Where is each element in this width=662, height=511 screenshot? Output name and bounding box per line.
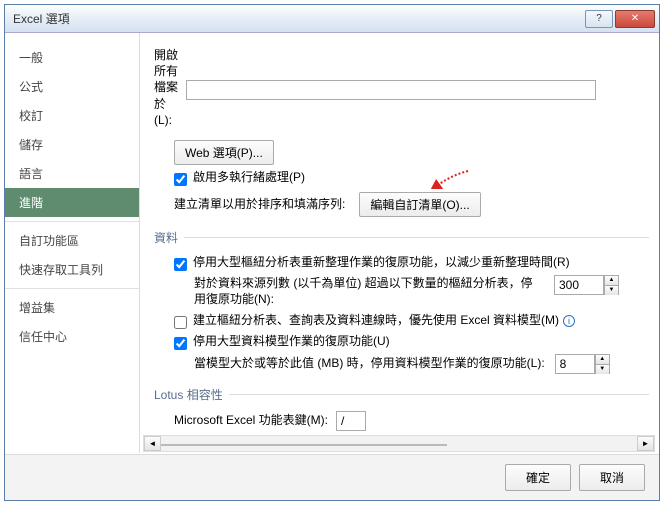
sidebar-item-3[interactable]: 儲存: [5, 130, 139, 159]
horizontal-scrollbar[interactable]: ◄ ►: [143, 435, 655, 452]
scroll-left-arrow[interactable]: ◄: [144, 436, 161, 451]
sidebar-item-7[interactable]: 快速存取工具列: [5, 255, 139, 284]
datamodel-mb-input[interactable]: [555, 354, 595, 374]
scroll-thumb[interactable]: [161, 444, 447, 446]
info-icon[interactable]: i: [563, 315, 575, 327]
disable-undo-pivot-checkbox[interactable]: [174, 258, 187, 271]
disable-undo-datamodel-label: 停用大型資料模型作業的復原功能(U): [193, 333, 390, 350]
sidebar-item-5[interactable]: 進階: [5, 188, 139, 217]
open-all-files-label: 開啟所有檔案於(L):: [154, 47, 178, 128]
datamodel-mb-label: 當模型大於或等於此值 (MB) 時，停用資料模型作業的復原功能(L):: [194, 355, 545, 372]
multithread-label: 啟用多執行緒處理(P): [193, 169, 305, 186]
web-options-button[interactable]: Web 選項(P)...: [174, 140, 274, 165]
sidebar-item-9[interactable]: 信任中心: [5, 322, 139, 351]
section-lotus-header: Lotus 相容性: [154, 386, 649, 403]
section-data-header: 資料: [154, 229, 649, 246]
cancel-button[interactable]: 取消: [579, 464, 645, 491]
sidebar-item-6[interactable]: 自訂功能區: [5, 226, 139, 255]
multithread-checkbox[interactable]: [174, 173, 187, 186]
sidebar: 一般公式校訂儲存語言進階自訂功能區快速存取工具列增益集信任中心: [5, 33, 140, 453]
help-button[interactable]: ?: [585, 10, 613, 28]
prefer-datamodel-label: 建立樞紐分析表、查詢表及資料連線時，優先使用 Excel 資料模型(M): [193, 312, 559, 329]
sidebar-item-8[interactable]: 增益集: [5, 293, 139, 322]
datamodel-mb-spinner[interactable]: ▲▼: [595, 354, 610, 374]
lotus-keys-label: Microsoft Excel 功能表鍵(M):: [174, 412, 328, 429]
sidebar-item-4[interactable]: 語言: [5, 159, 139, 188]
sidebar-item-2[interactable]: 校訂: [5, 101, 139, 130]
pivot-threshold-spinner[interactable]: ▲▼: [604, 275, 619, 295]
section-data-label: 資料: [154, 229, 178, 246]
pivot-threshold-label: 對於資料來源列數 (以千為單位) 超過以下數量的樞紐分析表，停用復原功能(N):: [194, 275, 544, 309]
edit-custom-list-button[interactable]: 編輯自訂清單(O)...: [359, 192, 480, 217]
close-button[interactable]: ✕: [615, 10, 655, 28]
excel-options-dialog: Excel 選項 ? ✕ 一般公式校訂儲存語言進階自訂功能區快速存取工具列增益集…: [4, 4, 660, 501]
titlebar: Excel 選項 ? ✕: [5, 5, 659, 33]
section-lotus-label: Lotus 相容性: [154, 386, 223, 403]
custom-list-desc: 建立清單以用於排序和填滿序列:: [174, 196, 345, 213]
disable-undo-datamodel-checkbox[interactable]: [174, 337, 187, 350]
disable-undo-pivot-label: 停用大型樞紐分析表重新整理作業的復原功能，以減少重新整理時間(R): [193, 254, 570, 271]
window-title: Excel 選項: [13, 10, 583, 27]
sidebar-item-0[interactable]: 一般: [5, 43, 139, 72]
dialog-footer: 確定 取消: [5, 454, 659, 500]
sidebar-item-1[interactable]: 公式: [5, 72, 139, 101]
content-pane: 開啟所有檔案於(L): Web 選項(P)... 啟用多執行緒處理(P) 建立清…: [140, 33, 659, 453]
lotus-keys-input[interactable]: [336, 411, 366, 431]
ok-button[interactable]: 確定: [505, 464, 571, 491]
scroll-right-arrow[interactable]: ►: [637, 436, 654, 451]
prefer-datamodel-checkbox[interactable]: [174, 316, 187, 329]
pivot-threshold-input[interactable]: [554, 275, 604, 295]
open-all-files-input[interactable]: [186, 80, 596, 100]
